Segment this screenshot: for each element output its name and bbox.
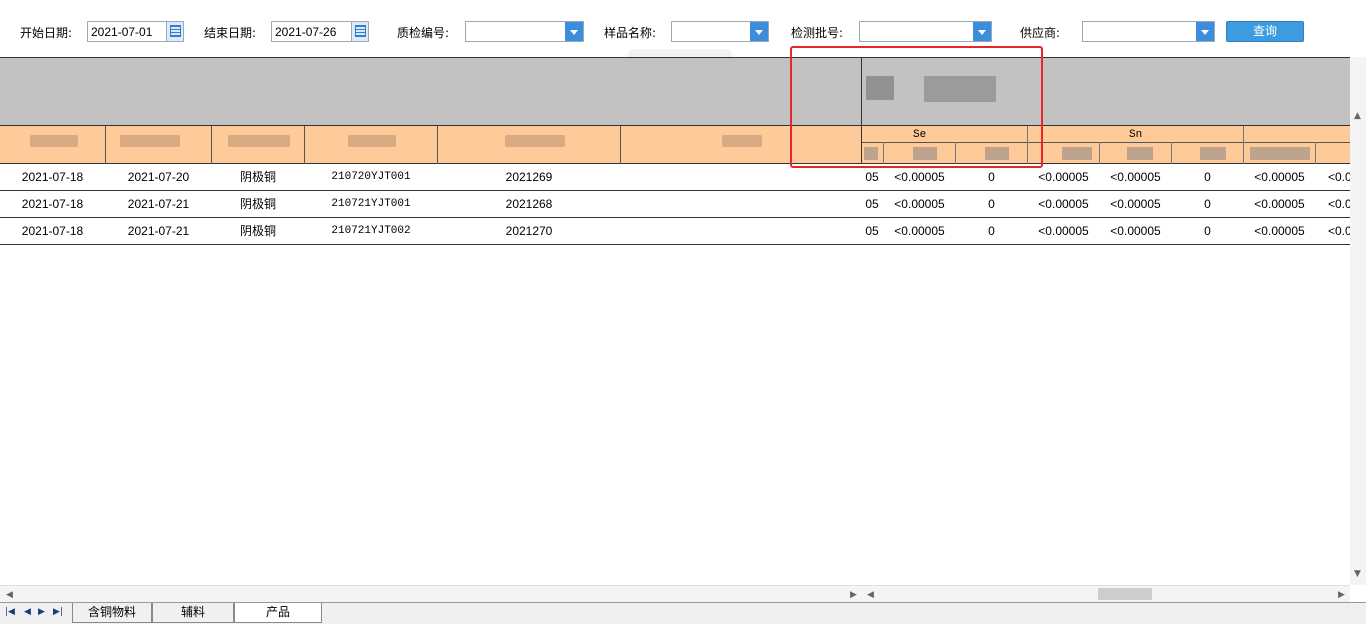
qc-no-select[interactable] [465,21,584,42]
redacted-header [30,135,78,147]
calendar-icon[interactable] [166,22,183,41]
table-row[interactable]: 2021-07-18 2021-07-21 阴极铜 210721YJT002 2… [0,218,1350,245]
qc-no-label: 质检编号: [397,26,450,40]
redacted-header [228,135,290,147]
table-row[interactable]: 2021-07-18 2021-07-20 阴极铜 210720YJT001 2… [0,164,1350,191]
batch-no-select[interactable] [859,21,992,42]
redacted-header [120,135,180,147]
calendar-icon[interactable] [351,22,368,41]
supplier-select[interactable] [1082,21,1215,42]
sample-name-label: 样品名称: [604,26,657,40]
scroll-right-icon[interactable]: ▶ [850,590,857,600]
redacted-subheader [1250,147,1310,160]
end-date-label: 结束日期: [204,26,257,40]
batch-no-label: 检测批号: [791,26,844,40]
redacted-subheader [1127,147,1153,160]
end-date-field[interactable]: 2021-07-26 [271,21,369,42]
scroll-up-icon[interactable]: ▲ [1354,111,1361,121]
chevron-down-icon[interactable] [973,22,991,41]
chevron-down-icon[interactable] [750,22,768,41]
prev-sheet-icon[interactable]: ◀ [24,607,31,617]
last-sheet-icon[interactable]: ▶| [53,607,63,617]
scroll-thumb[interactable] [1098,588,1152,600]
start-date-label: 开始日期: [20,26,73,40]
highlight-box [790,46,1043,168]
table-row[interactable]: 2021-07-18 2021-07-21 阴极铜 210721YJT001 2… [0,191,1350,218]
filter-toolbar: 开始日期: 2021-07-01 结束日期: 2021-07-26 质检编号: … [0,0,1366,57]
first-sheet-icon[interactable]: |◀ [5,607,15,617]
redacted-header [348,135,396,147]
scroll-left-icon[interactable]: ◀ [867,590,874,600]
query-button[interactable]: 查询 [1226,21,1304,42]
scroll-left-icon[interactable]: ◀ [6,590,13,600]
start-date-field[interactable]: 2021-07-01 [87,21,184,42]
chevron-down-icon[interactable] [565,22,583,41]
scroll-right-icon[interactable]: ▶ [1338,590,1345,600]
redacted-subheader [1062,147,1092,160]
horizontal-scrollbar[interactable]: ◀ ▶ ◀ ▶ [0,585,1350,602]
scroll-down-icon[interactable]: ▼ [1354,569,1361,579]
sheet-tab-auxiliary[interactable]: 辅料 [152,603,234,623]
sheet-tab-bar: |◀ ◀ ▶ ▶| 含铜物料 辅料 产品 [0,602,1366,624]
supplier-label: 供应商: [1020,26,1061,40]
chevron-down-icon[interactable] [1196,22,1214,41]
sample-name-select[interactable] [671,21,769,42]
redacted-header [505,135,565,147]
redacted-header [722,135,762,147]
sheet-tab-product[interactable]: 产品 [234,603,322,623]
end-date-value: 2021-07-26 [275,25,337,39]
sheet-tab-copper-materials[interactable]: 含铜物料 [72,603,152,623]
report-grid: Se Sn 2021-07-18 2021-07-20 阴极铜 210720YJ… [0,57,1350,585]
header-title-band [0,57,1350,126]
redacted-subheader [1200,147,1226,160]
next-sheet-icon[interactable]: ▶ [38,607,45,617]
element-header-sn: Sn [1129,129,1143,141]
vertical-scrollbar[interactable]: ▲ ▼ [1350,57,1366,585]
tooltip-tab [628,49,732,57]
start-date-value: 2021-07-01 [91,25,153,39]
